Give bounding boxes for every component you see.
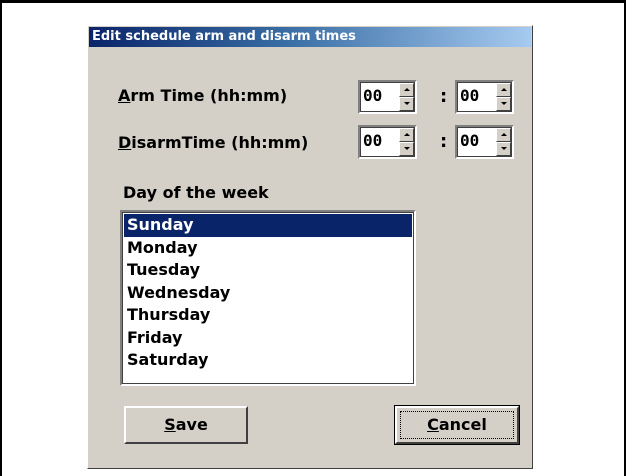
arm-time-label-text: rm Time (hh:mm) <box>130 86 288 105</box>
disarm-minutes-spinner[interactable]: 00 <box>455 125 514 159</box>
day-list-item[interactable]: Thursday <box>124 304 412 327</box>
disarm-time-label: DisarmTime (hh:mm) <box>118 133 308 152</box>
arm-minutes-value[interactable]: 00 <box>460 86 479 105</box>
spin-up-icon <box>501 133 507 136</box>
day-list-item[interactable]: Sunday <box>124 214 412 237</box>
disarm-time-mnemonic: D <box>118 133 132 152</box>
disarm-hours-spinner[interactable]: 00 <box>358 125 417 159</box>
arm-minutes-up-button[interactable] <box>496 83 511 97</box>
day-list-item[interactable]: Saturday <box>124 349 412 372</box>
day-list-item[interactable]: Friday <box>124 327 412 350</box>
spin-up-icon <box>501 88 507 91</box>
arm-time-mnemonic: A <box>118 86 131 105</box>
arm-time-label: Arm Time (hh:mm) <box>118 86 287 105</box>
disarm-time-separator: : <box>440 131 448 152</box>
arm-time-separator: : <box>440 86 448 107</box>
day-list[interactable]: Sunday Monday Tuesday Wednesday Thursday Frid… <box>122 212 414 372</box>
arm-hours-spinner[interactable]: 00 <box>358 80 417 114</box>
day-list-item[interactable]: Tuesday <box>124 259 412 282</box>
disarm-minutes-value[interactable]: 00 <box>460 131 479 150</box>
cancel-mnemonic: C <box>427 415 439 434</box>
day-list-item[interactable]: Monday <box>124 237 412 260</box>
cancel-label: ancel <box>438 415 487 434</box>
dialog-title: Edit schedule arm and disarm times <box>89 27 531 47</box>
day-list-item[interactable]: Wednesday <box>124 282 412 305</box>
disarm-hours-up-button[interactable] <box>399 128 414 142</box>
arm-hours-value[interactable]: 00 <box>363 86 382 105</box>
disarm-time-label-text: isarmTime (hh:mm) <box>131 133 309 152</box>
day-of-week-listbox[interactable]: Sunday Monday Tuesday Wednesday Thursday Frid… <box>120 210 416 386</box>
spin-down-icon <box>501 102 507 105</box>
spin-down-icon <box>404 102 410 105</box>
cancel-button[interactable]: Cancel <box>394 405 520 445</box>
spin-up-icon <box>404 88 410 91</box>
arm-minutes-spinner[interactable]: 00 <box>455 80 514 114</box>
save-mnemonic: S <box>164 415 176 434</box>
spin-down-icon <box>404 147 410 150</box>
arm-hours-up-button[interactable] <box>399 83 414 97</box>
save-button[interactable]: Save <box>124 406 248 444</box>
disarm-minutes-up-button[interactable] <box>496 128 511 142</box>
spin-down-icon <box>501 147 507 150</box>
arm-hours-down-button[interactable] <box>399 97 414 111</box>
spin-up-icon <box>404 133 410 136</box>
disarm-hours-down-button[interactable] <box>399 142 414 156</box>
day-of-week-label: Day of the week <box>123 183 269 202</box>
disarm-minutes-down-button[interactable] <box>496 142 511 156</box>
save-label: ave <box>175 415 208 434</box>
disarm-hours-value[interactable]: 00 <box>363 131 382 150</box>
arm-minutes-down-button[interactable] <box>496 97 511 111</box>
